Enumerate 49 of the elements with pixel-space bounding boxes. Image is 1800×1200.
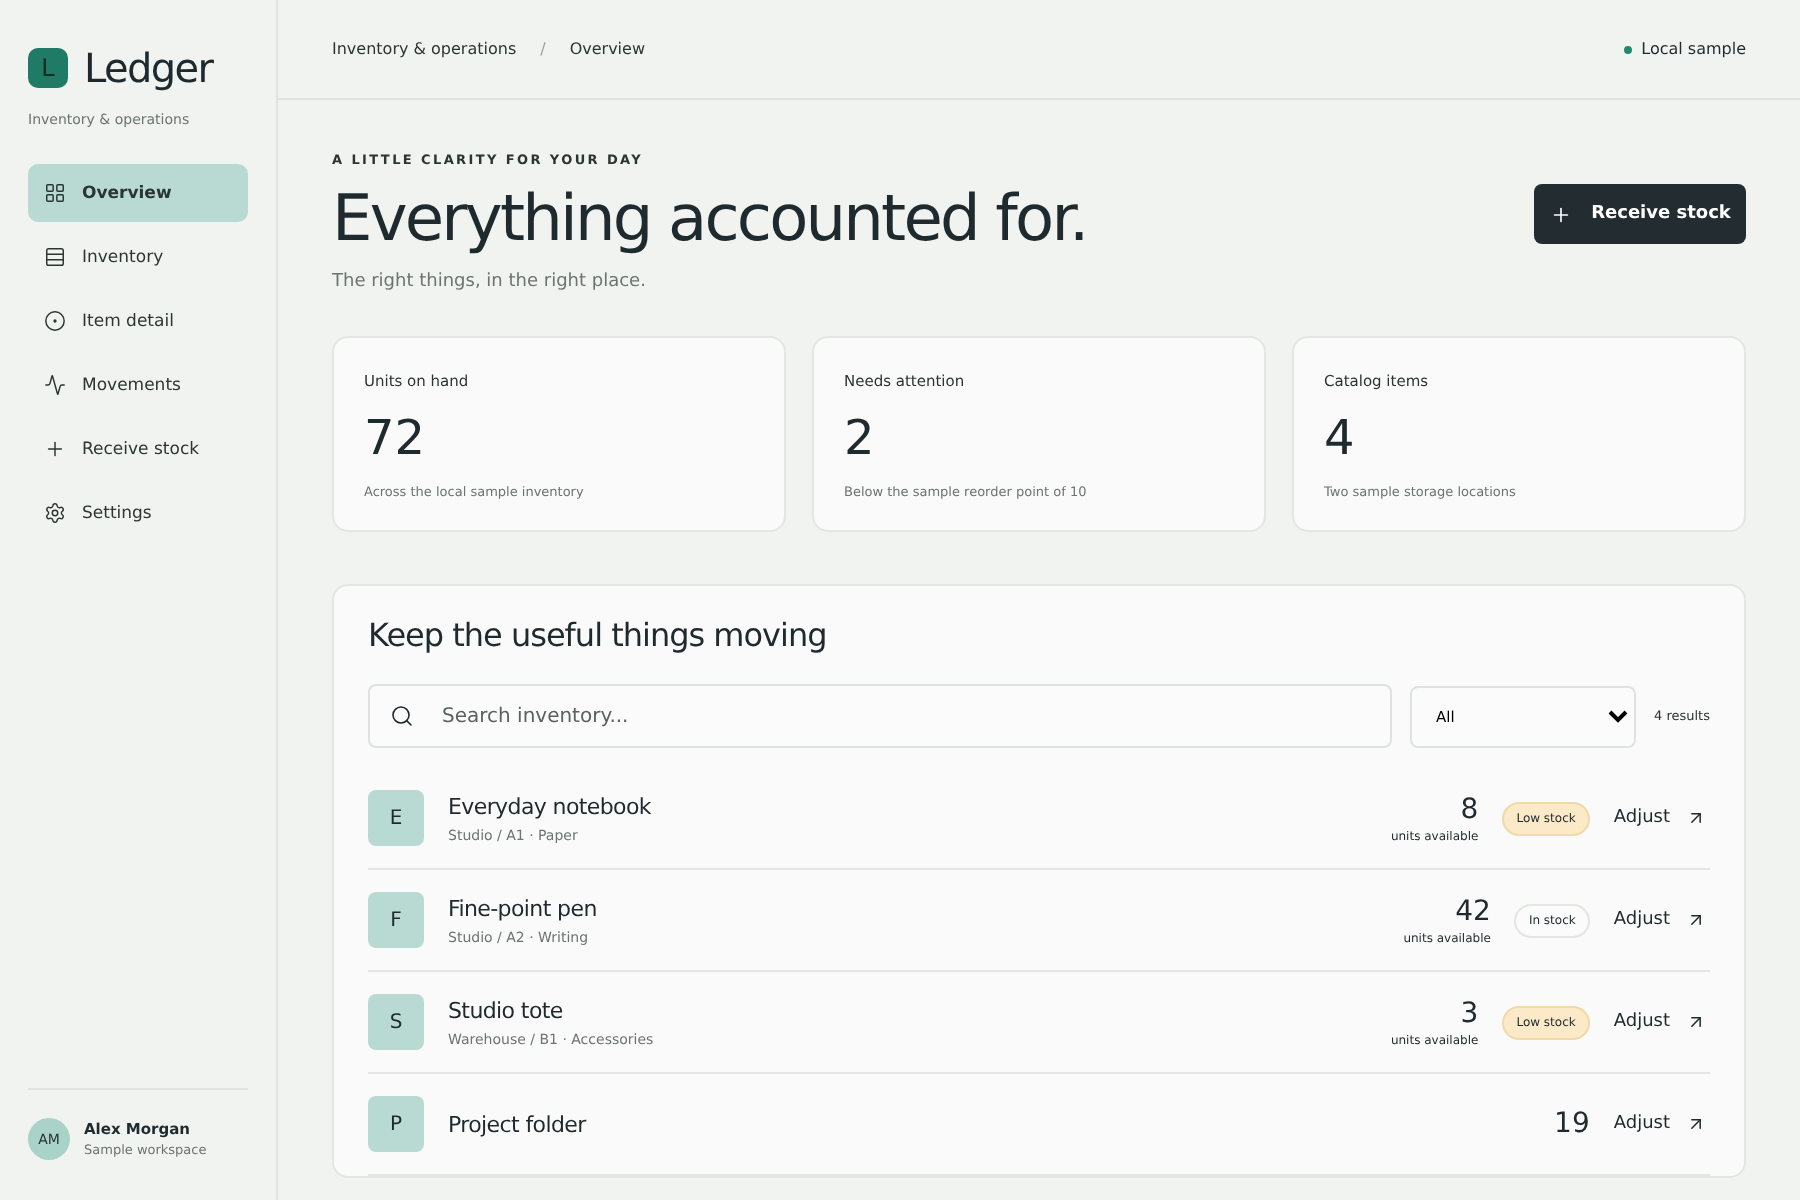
search-input[interactable]: Search inventory... — [438, 703, 1371, 729]
settings-icon — [44, 502, 66, 524]
nav-item[interactable]: Receive stock — [28, 420, 248, 478]
receive-stock-button[interactable]: Receive stock — [1534, 184, 1746, 244]
breadcrumb-separator: / — [540, 40, 546, 58]
item-quantity: 3 — [1458, 997, 1479, 1029]
grid-icon — [44, 182, 66, 204]
item-initial: S — [368, 994, 424, 1050]
logo-icon: L — [28, 48, 68, 88]
arrow-icon — [1686, 910, 1706, 930]
adjust-link[interactable]: Adjust — [1613, 910, 1706, 930]
adjust-link[interactable]: Adjust — [1613, 1114, 1706, 1134]
target-icon — [44, 310, 66, 332]
item-initial: F — [368, 892, 424, 948]
stat-value: 2 — [844, 410, 877, 466]
stat-value: 72 — [364, 410, 428, 466]
nav-item[interactable]: Movements — [28, 356, 248, 414]
pulse-icon — [44, 374, 66, 396]
nav-item[interactable]: Item detail — [28, 292, 248, 350]
nav-item[interactable]: Inventory — [28, 228, 248, 286]
item-initial: E — [368, 790, 424, 846]
stat-value: 4 — [1324, 410, 1357, 466]
plus-icon — [44, 438, 66, 460]
adjust-link[interactable]: Adjust — [1613, 1012, 1706, 1032]
nav-item[interactable]: Settings — [28, 484, 248, 542]
item-name: Fine-point pen — [448, 895, 597, 921]
item-name: Everyday notebook — [448, 793, 651, 819]
item-quantity: 8 — [1458, 793, 1479, 825]
page-subtitle: The right things, in the right place. — [332, 272, 648, 292]
arrow-icon — [1686, 808, 1706, 828]
breadcrumb-link[interactable]: Inventory & operations — [332, 40, 517, 58]
panel-title: Keep the useful things moving — [368, 616, 829, 654]
search-icon — [390, 704, 414, 728]
item-name: Project folder — [448, 1111, 586, 1137]
arrow-icon — [1686, 1114, 1706, 1134]
adjust-link[interactable]: Adjust — [1613, 808, 1706, 828]
nav-item[interactable]: Overview — [28, 164, 248, 222]
plus-icon — [1549, 203, 1572, 225]
item-quantity: 42 — [1453, 895, 1491, 927]
arrow-icon — [1686, 1012, 1706, 1032]
search-field[interactable]: Search inventory... — [368, 684, 1393, 748]
item-name: Studio tote — [448, 997, 565, 1023]
item-quantity: 19 — [1554, 1108, 1590, 1140]
list-icon — [44, 246, 66, 268]
item-initial: P — [368, 1096, 424, 1152]
breadcrumb-link[interactable]: Overview — [569, 40, 645, 58]
brand-name: Ledger — [84, 44, 213, 92]
page-title: Everything accounted for. — [332, 180, 1087, 256]
status-label: Local sample — [1641, 40, 1746, 58]
